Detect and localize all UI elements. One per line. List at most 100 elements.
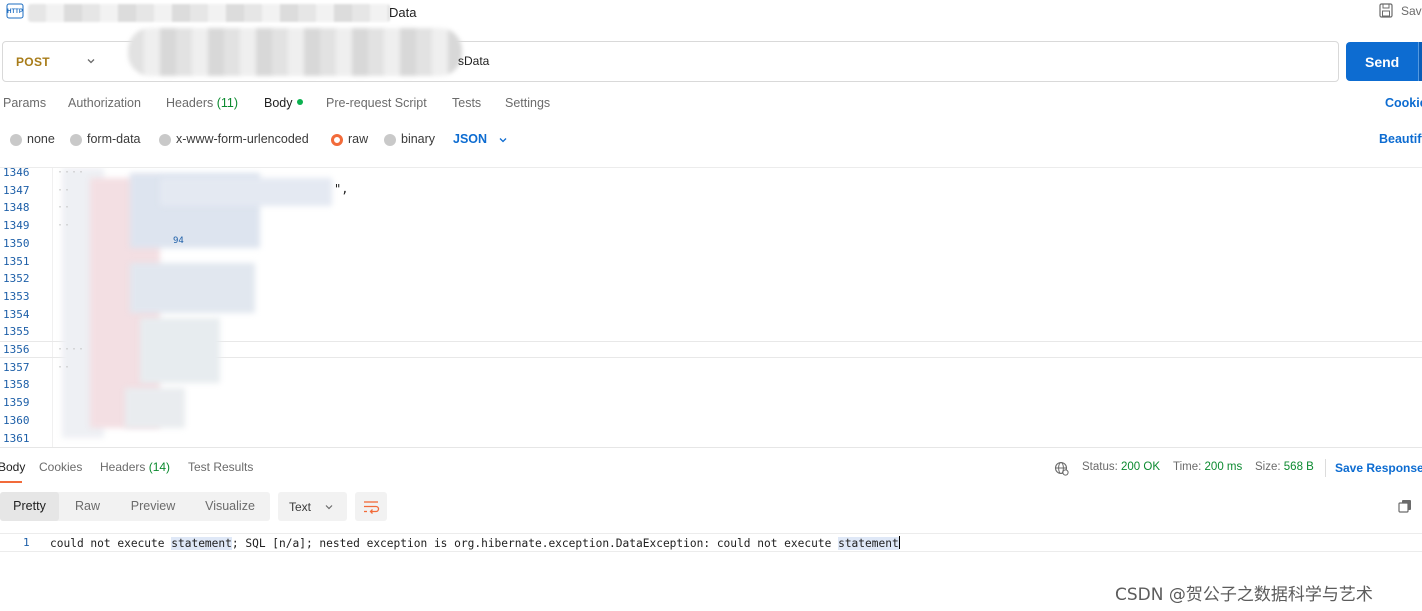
status-indicator[interactable]: Status: 200 OK bbox=[1082, 461, 1160, 473]
cookies-link[interactable]: Cookie bbox=[1385, 96, 1422, 110]
indent-guide: ···· bbox=[57, 344, 86, 355]
line-number: 1346 bbox=[3, 167, 30, 179]
wrap-lines-button[interactable] bbox=[355, 492, 387, 521]
code-fragment: ", bbox=[334, 182, 349, 196]
active-tab-underline bbox=[0, 481, 22, 483]
response-format-label: Text bbox=[289, 500, 312, 514]
size-label: Size: bbox=[1255, 461, 1281, 473]
chevron-down-icon[interactable] bbox=[85, 55, 97, 67]
radio-form-data[interactable] bbox=[70, 134, 82, 146]
tab-headers-label: Headers bbox=[166, 96, 214, 110]
response-text-part: ; SQL [n/a]; nested exception is org.hib… bbox=[231, 537, 839, 550]
size-indicator[interactable]: Size: 568 B bbox=[1255, 461, 1314, 473]
response-view-modes: Pretty Raw Preview Visualize bbox=[0, 492, 270, 521]
save-icon[interactable] bbox=[1379, 3, 1393, 18]
chevron-down-icon[interactable] bbox=[498, 135, 508, 145]
radio-urlencoded[interactable] bbox=[159, 134, 171, 146]
save-response-button[interactable]: Save Response bbox=[1335, 461, 1422, 475]
line-number: 1352 bbox=[3, 272, 30, 286]
radio-urlencoded-label[interactable]: x-www-form-urlencoded bbox=[176, 132, 309, 146]
radio-binary[interactable] bbox=[384, 134, 396, 146]
line-number: 1351 bbox=[3, 254, 30, 268]
response-body[interactable]: 1 could not execute statement; SQL [n/a]… bbox=[0, 533, 1422, 552]
radio-raw-label[interactable]: raw bbox=[348, 132, 368, 146]
redacted-block bbox=[140, 318, 220, 383]
tab-settings[interactable]: Settings bbox=[505, 96, 550, 110]
time-label: Time: bbox=[1173, 461, 1202, 473]
send-button[interactable]: Send bbox=[1346, 42, 1422, 81]
resp-tab-body[interactable]: Body bbox=[0, 460, 25, 474]
body-mode-row: none form-data x-www-form-urlencoded raw… bbox=[0, 131, 1422, 149]
copy-icon[interactable] bbox=[1398, 499, 1412, 513]
line-number: 1359 bbox=[3, 396, 30, 410]
tab-pre-request-script[interactable]: Pre-request Script bbox=[326, 96, 427, 110]
redacted-block bbox=[125, 388, 185, 428]
status-value: 200 OK bbox=[1121, 461, 1161, 473]
radio-raw[interactable] bbox=[331, 134, 343, 146]
request-body-editor[interactable]: 1346 1347 1348 1349 1350 1351 1352 1353 1354 1355… bbox=[0, 167, 1422, 447]
line-number: 1353 bbox=[3, 289, 30, 303]
indent-guide: ·· bbox=[57, 220, 72, 232]
body-indicator-dot bbox=[296, 99, 303, 105]
radio-none[interactable] bbox=[10, 134, 22, 146]
radio-none-label[interactable]: none bbox=[27, 132, 55, 146]
divider bbox=[1325, 459, 1326, 477]
tab-tests[interactable]: Tests bbox=[452, 96, 481, 110]
radio-binary-label[interactable]: binary bbox=[401, 132, 435, 146]
line-number: 1357 bbox=[3, 360, 30, 374]
view-visualize[interactable]: Visualize bbox=[190, 492, 270, 521]
redacted-block bbox=[160, 178, 332, 206]
view-raw[interactable]: Raw bbox=[59, 492, 116, 521]
indent-guide: ···· bbox=[57, 167, 86, 178]
tab-body[interactable]: Body bbox=[264, 96, 303, 110]
response-text-highlight: statement bbox=[838, 537, 899, 550]
response-tabs: Body Cookies Headers (14) Test Results bbox=[0, 460, 1050, 480]
response-format-select[interactable]: Text bbox=[278, 492, 347, 521]
time-indicator[interactable]: Time: 200 ms bbox=[1173, 461, 1242, 473]
size-value: 568 B bbox=[1283, 461, 1314, 473]
tab-body-label: Body bbox=[264, 96, 293, 110]
response-text-highlight: statement bbox=[171, 537, 232, 550]
line-number: 1354 bbox=[3, 307, 30, 321]
resp-tab-test-results[interactable]: Test Results bbox=[188, 460, 253, 474]
line-number: 1350 bbox=[3, 236, 30, 250]
raw-format-select[interactable]: JSON bbox=[453, 132, 487, 146]
line-number: 1356 bbox=[3, 343, 30, 356]
request-name-redacted bbox=[28, 4, 390, 22]
code-fragment-blue: 94 bbox=[173, 236, 184, 246]
globe-icon[interactable] bbox=[1054, 461, 1069, 476]
indent-guide: ·· bbox=[57, 202, 72, 214]
radio-form-data-label[interactable]: form-data bbox=[87, 132, 141, 146]
wrap-lines-icon bbox=[364, 501, 380, 514]
line-number: 1348 bbox=[3, 201, 30, 215]
line-number: 1349 bbox=[3, 219, 30, 233]
resp-tab-headers[interactable]: Headers (14) bbox=[100, 460, 170, 474]
redacted-block bbox=[130, 263, 255, 313]
top-bar: HTTP Data Sav bbox=[0, 0, 1422, 24]
pane-splitter[interactable] bbox=[0, 447, 1422, 448]
status-label: Status: bbox=[1082, 461, 1118, 473]
beautify-button[interactable]: Beautify bbox=[1379, 132, 1422, 146]
tab-authorization[interactable]: Authorization bbox=[68, 96, 141, 110]
request-name[interactable]: Data bbox=[389, 5, 416, 20]
view-pretty[interactable]: Pretty bbox=[0, 492, 59, 521]
response-text: could not execute statement; SQL [n/a]; … bbox=[50, 536, 900, 550]
svg-text:HTTP: HTTP bbox=[7, 9, 23, 15]
line-number: 1358 bbox=[3, 378, 30, 392]
response-text-part: could not execute bbox=[50, 537, 172, 550]
tab-params[interactable]: Params bbox=[3, 96, 46, 110]
method-select[interactable]: POST bbox=[16, 55, 50, 69]
gutter-separator bbox=[52, 168, 53, 447]
send-options-toggle[interactable] bbox=[1418, 42, 1422, 81]
view-preview[interactable]: Preview bbox=[116, 492, 190, 521]
tab-headers[interactable]: Headers (11) bbox=[166, 96, 238, 110]
resp-tab-headers-label: Headers bbox=[100, 460, 146, 474]
request-tabs: Params Authorization Headers (11) Body P… bbox=[0, 96, 1422, 114]
url-input[interactable]: sData bbox=[458, 54, 489, 68]
save-button[interactable]: Sav bbox=[1401, 4, 1422, 18]
time-value: 200 ms bbox=[1204, 461, 1243, 473]
indent-guide: ·· bbox=[57, 184, 72, 196]
resp-tab-cookies[interactable]: Cookies bbox=[39, 460, 82, 474]
resp-tab-headers-count: (14) bbox=[148, 460, 171, 474]
http-request-icon: HTTP bbox=[6, 3, 24, 19]
